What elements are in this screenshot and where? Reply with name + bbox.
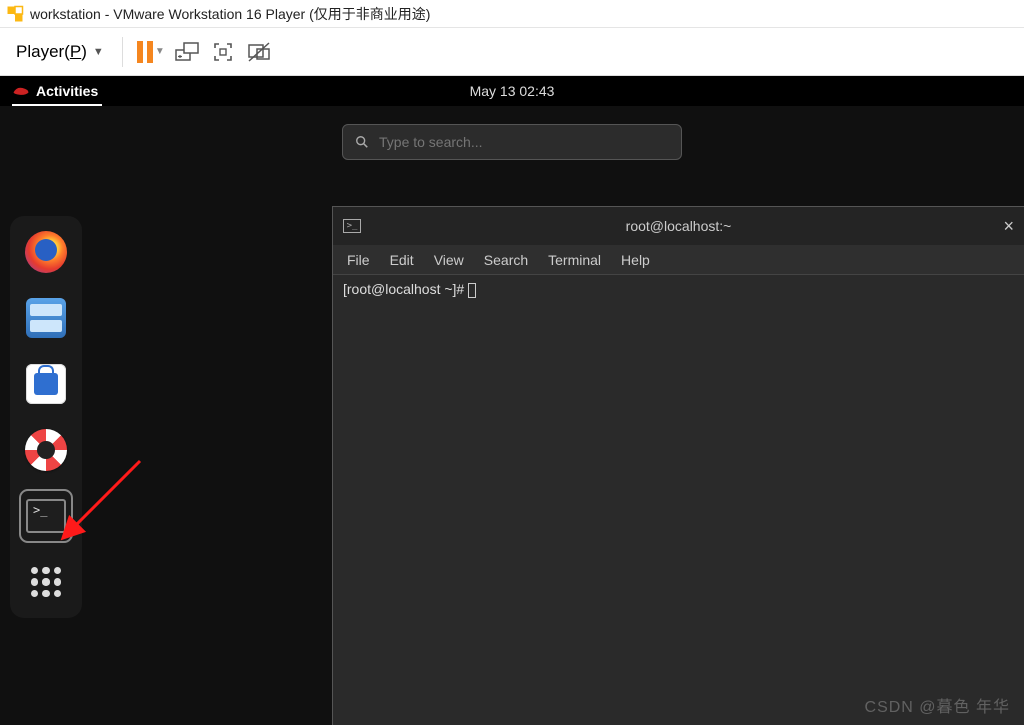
terminal-body[interactable]: [root@localhost ~]# <box>333 275 1024 725</box>
fullscreen-button[interactable] <box>207 36 239 68</box>
send-cad-icon <box>175 42 199 62</box>
search-icon <box>355 135 369 149</box>
unity-icon <box>247 41 271 63</box>
player-menu[interactable]: Player(P) ▼ <box>10 38 110 66</box>
terminal-icon <box>26 499 66 533</box>
files-icon <box>26 298 66 338</box>
menu-file[interactable]: File <box>347 252 370 268</box>
player-menu-label: Player(P) <box>16 42 87 62</box>
close-button[interactable]: × <box>1003 216 1014 237</box>
vmware-window-title: workstation - VMware Workstation 16 Play… <box>30 4 430 24</box>
activities-button[interactable]: Activities <box>36 83 98 99</box>
activities-indicator <box>12 104 102 106</box>
pause-icon <box>137 41 153 63</box>
firefox-icon <box>25 231 67 273</box>
pause-button[interactable]: ▼ <box>135 36 167 68</box>
unity-button[interactable] <box>243 36 275 68</box>
search-field-wrap[interactable] <box>342 124 682 160</box>
terminal-cursor <box>468 283 476 298</box>
clock[interactable]: May 13 02:43 <box>470 83 555 99</box>
menu-edit[interactable]: Edit <box>390 252 414 268</box>
send-ctrl-alt-del-button[interactable] <box>171 36 203 68</box>
gnome-top-bar: Activities May 13 02:43 <box>0 76 1024 106</box>
dock-item-firefox[interactable] <box>22 228 70 276</box>
vmware-titlebar: workstation - VMware Workstation 16 Play… <box>0 0 1024 28</box>
software-icon <box>26 364 66 404</box>
terminal-titlebar[interactable]: >_ root@localhost:~ × <box>333 207 1024 245</box>
apps-grid-icon <box>31 567 61 597</box>
search-input[interactable] <box>379 134 669 150</box>
watermark: CSDN @暮色 年华 <box>865 693 1010 717</box>
terminal-title: root@localhost:~ <box>626 218 732 234</box>
vmware-logo-icon <box>6 5 24 23</box>
menu-help[interactable]: Help <box>621 252 650 268</box>
dock-item-help[interactable] <box>22 426 70 474</box>
dock <box>10 216 82 618</box>
dock-item-files[interactable] <box>22 294 70 342</box>
menu-view[interactable]: View <box>434 252 464 268</box>
terminal-window: >_ root@localhost:~ × File Edit View Sea… <box>332 206 1024 725</box>
menu-terminal[interactable]: Terminal <box>548 252 601 268</box>
dock-item-terminal[interactable] <box>22 492 70 540</box>
toolbar-separator <box>122 37 123 67</box>
dock-item-software[interactable] <box>22 360 70 408</box>
redhat-icon <box>12 85 30 97</box>
terminal-title-icon: >_ <box>343 219 361 233</box>
overview-search <box>342 124 682 160</box>
terminal-menubar: File Edit View Search Terminal Help <box>333 245 1024 275</box>
fullscreen-icon <box>212 41 234 63</box>
chevron-down-icon: ▼ <box>155 46 165 57</box>
vmware-toolbar: Player(P) ▼ ▼ <box>0 28 1024 76</box>
help-icon <box>25 429 67 471</box>
dock-item-apps[interactable] <box>22 558 70 606</box>
chevron-down-icon: ▼ <box>93 46 104 58</box>
terminal-prompt: [root@localhost ~]# <box>343 281 468 297</box>
guest-desktop: Activities May 13 02:43 <box>0 76 1024 725</box>
menu-search[interactable]: Search <box>484 252 528 268</box>
